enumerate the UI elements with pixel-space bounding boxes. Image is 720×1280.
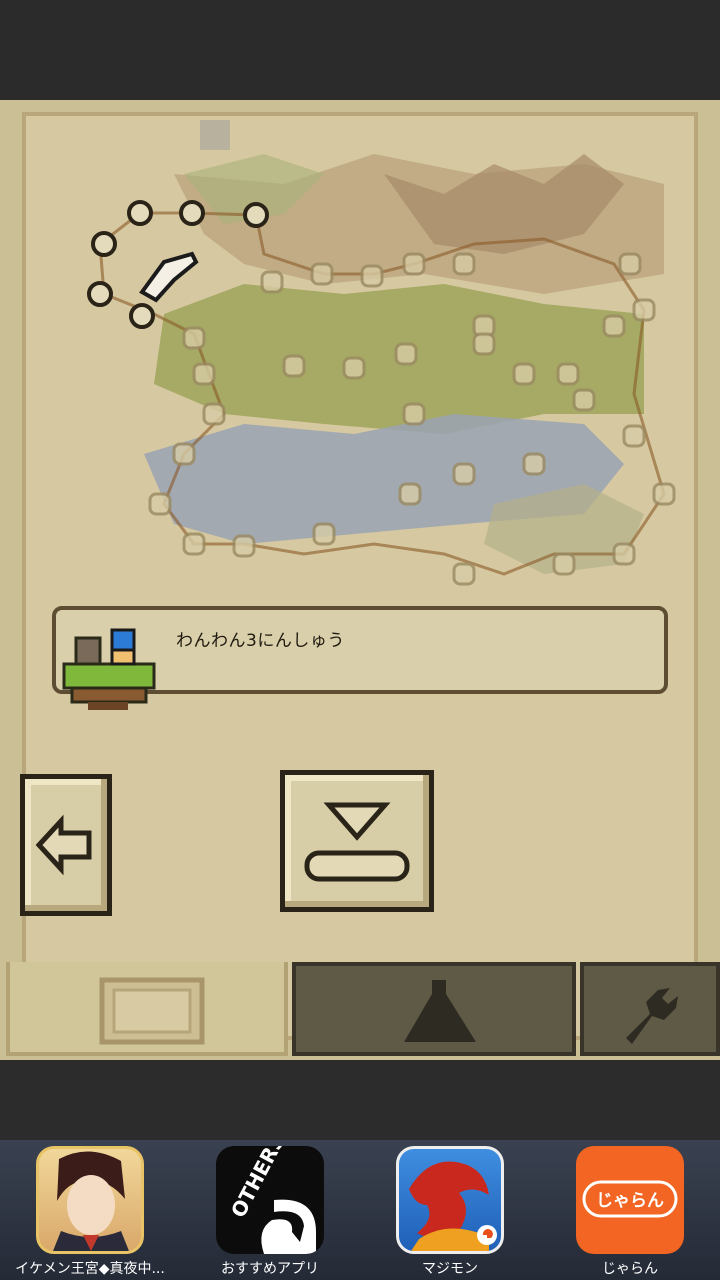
route-node-visited[interactable] bbox=[87, 281, 113, 307]
wrench-icon bbox=[626, 988, 678, 1044]
tab-settings[interactable] bbox=[580, 962, 720, 1056]
route-node-locked[interactable] bbox=[472, 332, 496, 356]
mission-text: わんわん3にんしゅう bbox=[176, 631, 345, 651]
majimon-app-icon bbox=[396, 1146, 504, 1254]
tab-map[interactable] bbox=[6, 962, 288, 1056]
route-node-locked[interactable] bbox=[312, 522, 336, 546]
ad-majimon[interactable]: マジモン bbox=[375, 1146, 525, 1277]
ikemen-app-icon bbox=[36, 1146, 144, 1254]
route-node-locked[interactable] bbox=[232, 534, 256, 558]
left-arrow-icon bbox=[35, 814, 92, 876]
tab-bar bbox=[0, 962, 720, 1060]
ad-label: じゃらん bbox=[602, 1261, 658, 1277]
jalan-app-icon: じゃらん bbox=[576, 1146, 684, 1254]
route-node-locked[interactable] bbox=[512, 362, 536, 386]
route-node-locked[interactable] bbox=[394, 342, 418, 366]
quill-marker-icon bbox=[139, 251, 199, 303]
route-node-locked[interactable] bbox=[260, 270, 284, 294]
route-node-locked[interactable] bbox=[652, 482, 676, 506]
rest-down-arrow-icon bbox=[304, 802, 410, 882]
back-button[interactable] bbox=[20, 774, 112, 916]
route-node-locked[interactable] bbox=[202, 402, 226, 426]
ad-label: イケメン王宮◆真夜中... bbox=[15, 1261, 165, 1277]
route-node-locked[interactable] bbox=[452, 252, 476, 276]
status-bar bbox=[0, 0, 720, 100]
floating-island-icon bbox=[62, 628, 156, 710]
route-node-locked[interactable] bbox=[402, 402, 426, 426]
route-node-locked[interactable] bbox=[522, 452, 546, 476]
route-node-visited[interactable] bbox=[179, 200, 205, 226]
ad-label: おすすめアプリ bbox=[221, 1261, 319, 1277]
tab-camp[interactable] bbox=[292, 962, 576, 1056]
route-node-locked[interactable] bbox=[552, 552, 576, 576]
route-node-locked[interactable] bbox=[632, 298, 656, 322]
route-node-locked[interactable] bbox=[622, 424, 646, 448]
route-node-locked[interactable] bbox=[342, 356, 366, 380]
ad-ikemen[interactable]: イケメン王宮◆真夜中... bbox=[15, 1146, 165, 1277]
route-node-locked[interactable] bbox=[556, 362, 580, 386]
ad-label: マジモン bbox=[422, 1261, 478, 1277]
route-node-locked[interactable] bbox=[182, 532, 206, 556]
route-node-visited[interactable] bbox=[91, 231, 117, 257]
route-node-visited[interactable] bbox=[243, 202, 269, 228]
world-map bbox=[87, 120, 676, 586]
others-app-icon: OTHERS bbox=[216, 1146, 324, 1254]
svg-text:じゃらん: じゃらん bbox=[596, 1191, 664, 1211]
route-node-locked[interactable] bbox=[402, 252, 426, 276]
route-node-locked[interactable] bbox=[148, 492, 172, 516]
route-node-locked[interactable] bbox=[618, 252, 642, 276]
tent-icon bbox=[404, 980, 476, 1042]
ad-others[interactable]: OTHERS おすすめアプリ bbox=[195, 1146, 345, 1277]
map-scroll-icon bbox=[99, 977, 205, 1045]
route-node-locked[interactable] bbox=[612, 542, 636, 566]
rest-button[interactable] bbox=[280, 770, 434, 912]
route-node-visited[interactable] bbox=[129, 303, 155, 329]
route-node-locked[interactable] bbox=[602, 314, 626, 338]
route-node-visited[interactable] bbox=[127, 200, 153, 226]
route-node-locked[interactable] bbox=[282, 354, 306, 378]
ad-jalan[interactable]: じゃらん じゃらん bbox=[555, 1146, 705, 1277]
route-node-locked[interactable] bbox=[452, 462, 476, 486]
route-node-locked[interactable] bbox=[360, 264, 384, 288]
game-screen: わんわん3にんしゅう bbox=[0, 100, 720, 1060]
route-node-locked[interactable] bbox=[182, 326, 206, 350]
route-node-locked[interactable] bbox=[452, 562, 476, 586]
route-node-locked[interactable] bbox=[310, 262, 334, 286]
spacer bbox=[0, 1060, 720, 1140]
route-node-locked[interactable] bbox=[172, 442, 196, 466]
ad-bar: イケメン王宮◆真夜中... OTHERS おすすめアプリ マジモン じゃらん じ… bbox=[0, 1140, 720, 1280]
route-node-locked[interactable] bbox=[192, 362, 216, 386]
route-node-locked[interactable] bbox=[398, 482, 422, 506]
route-node-locked[interactable] bbox=[572, 388, 596, 412]
